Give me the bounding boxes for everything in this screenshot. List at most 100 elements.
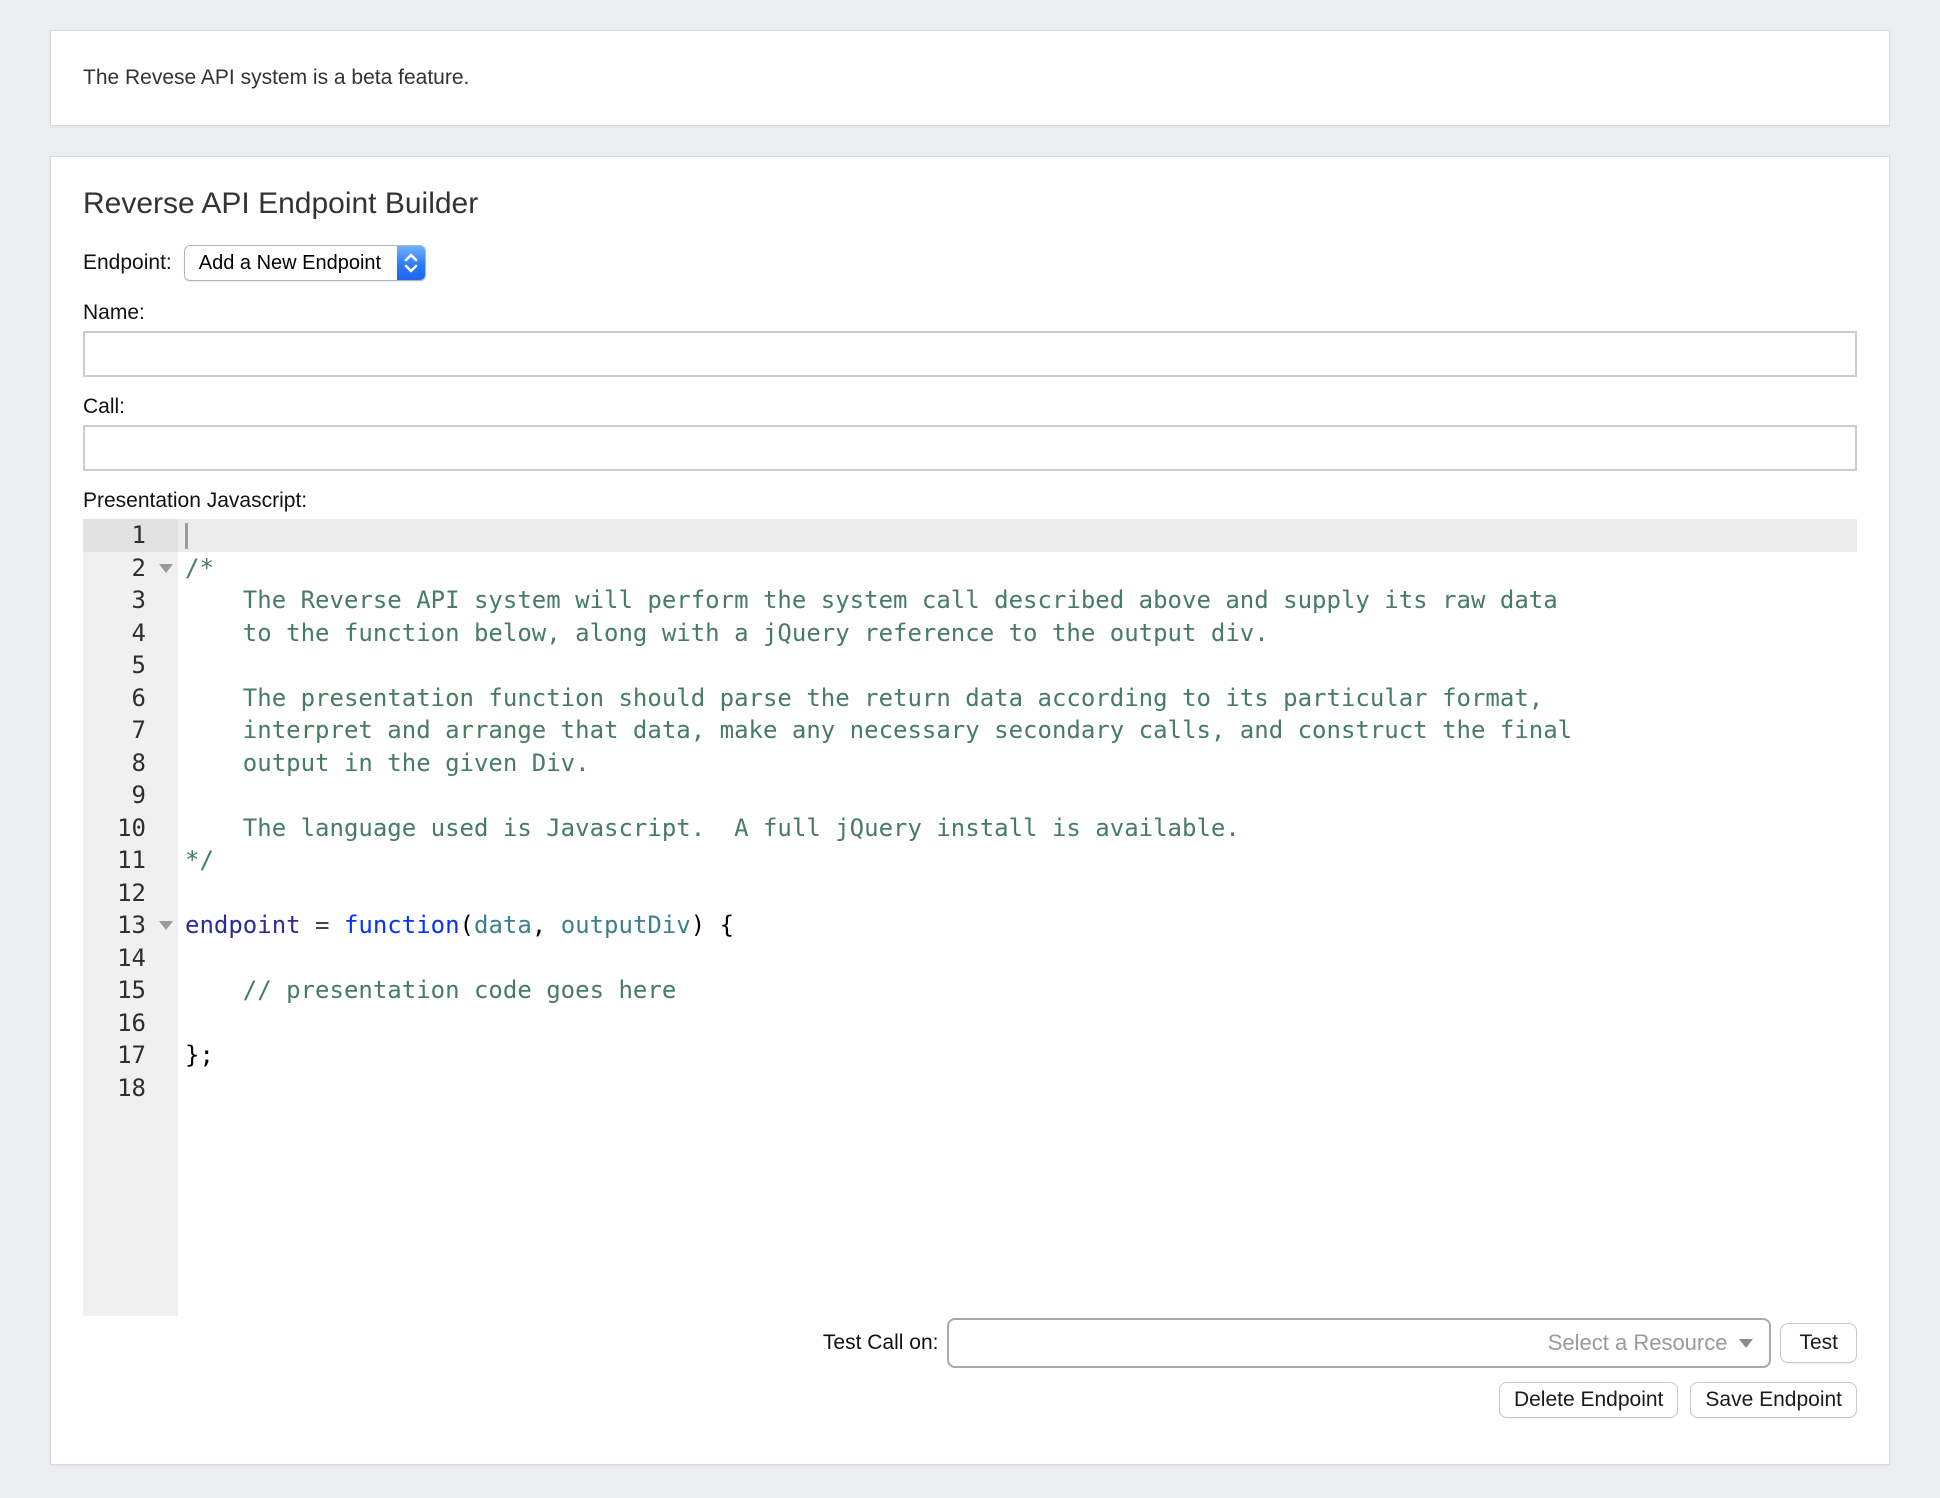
code-line[interactable]: }; [178, 1039, 1857, 1072]
code-line[interactable] [178, 1007, 1857, 1040]
gutter-line[interactable]: 17 [83, 1039, 178, 1072]
gutter-line[interactable]: 7 [83, 714, 178, 747]
code-line[interactable]: The Reverse API system will perform the … [178, 584, 1857, 617]
code-token-comment: interpret and arrange that data, make an… [185, 716, 1572, 744]
code-token-plain [330, 911, 344, 939]
gutter-line[interactable]: 18 [83, 1072, 178, 1105]
line-number: 7 [132, 716, 146, 744]
line-number: 12 [117, 879, 146, 907]
select-stepper-icon [397, 246, 425, 280]
line-number: 14 [117, 944, 146, 972]
line-number: 17 [117, 1041, 146, 1069]
code-line[interactable] [178, 519, 1857, 552]
gutter-line[interactable]: 9 [83, 779, 178, 812]
call-input[interactable] [83, 425, 1857, 471]
code-token-comment: The Reverse API system will perform the … [185, 586, 1558, 614]
editor-code[interactable]: /* The Reverse API system will perform t… [178, 519, 1857, 1316]
code-token-variable: endpoint [185, 911, 301, 939]
code-line[interactable]: /* [178, 552, 1857, 585]
code-token-plain: , [532, 911, 561, 939]
gutter-line[interactable]: 5 [83, 649, 178, 682]
endpoint-builder-panel: Reverse API Endpoint Builder Endpoint: A… [50, 156, 1890, 1465]
gutter-line[interactable]: 8 [83, 747, 178, 780]
code-line[interactable]: to the function below, along with a jQue… [178, 617, 1857, 650]
code-token-comment: to the function below, along with a jQue… [185, 619, 1269, 647]
endpoint-select-value: Add a New Endpoint [185, 246, 397, 280]
code-line[interactable] [178, 779, 1857, 812]
code-line[interactable] [178, 1072, 1857, 1105]
endpoint-label: Endpoint: [83, 251, 172, 275]
code-token-plain [301, 911, 315, 939]
code-token-comment: output in the given Div. [185, 749, 590, 777]
code-token-keyword: function [344, 911, 460, 939]
gutter-line[interactable]: 4 [83, 617, 178, 650]
delete-endpoint-button[interactable]: Delete Endpoint [1499, 1382, 1678, 1418]
line-number: 9 [132, 781, 146, 809]
code-token-comment: The language used is Javascript. A full … [185, 814, 1240, 842]
line-number: 16 [117, 1009, 146, 1037]
code-line[interactable] [178, 942, 1857, 975]
code-token-param: outputDiv [561, 911, 691, 939]
code-token-plain: ) { [691, 911, 734, 939]
fold-arrow-icon[interactable] [159, 564, 173, 573]
line-number: 18 [117, 1074, 146, 1102]
endpoint-row: Endpoint: Add a New Endpoint [83, 245, 1857, 281]
gutter-line[interactable]: 10 [83, 812, 178, 845]
code-line[interactable]: interpret and arrange that data, make an… [178, 714, 1857, 747]
presentation-javascript-label: Presentation Javascript: [83, 489, 1857, 513]
resource-select-placeholder: Select a Resource [1548, 1330, 1728, 1356]
code-line[interactable]: The language used is Javascript. A full … [178, 812, 1857, 845]
code-token-operator: = [315, 911, 329, 939]
test-button[interactable]: Test [1780, 1323, 1857, 1363]
save-endpoint-button[interactable]: Save Endpoint [1690, 1382, 1857, 1418]
test-call-label: Test Call on: [823, 1331, 939, 1355]
gutter-line[interactable]: 2 [83, 552, 178, 585]
endpoint-select[interactable]: Add a New Endpoint [184, 245, 426, 281]
gutter-line[interactable]: 13 [83, 909, 178, 942]
name-input[interactable] [83, 331, 1857, 377]
gutter-line[interactable]: 1 [83, 519, 178, 552]
code-token-param: data [474, 911, 532, 939]
line-number: 13 [117, 911, 146, 939]
name-label: Name: [83, 301, 1857, 325]
code-line[interactable]: endpoint = function(data, outputDiv) { [178, 909, 1857, 942]
actions-row: Delete Endpoint Save Endpoint [83, 1382, 1857, 1418]
gutter-line[interactable]: 14 [83, 942, 178, 975]
gutter-line[interactable]: 11 [83, 844, 178, 877]
code-token-comment: */ [185, 846, 214, 874]
page-title: Reverse API Endpoint Builder [83, 187, 1857, 221]
code-line[interactable]: output in the given Div. [178, 747, 1857, 780]
code-token-plain: }; [185, 1041, 214, 1069]
beta-notice-text: The Revese API system is a beta feature. [83, 66, 469, 89]
gutter-line[interactable]: 16 [83, 1007, 178, 1040]
line-number: 4 [132, 619, 146, 647]
line-number: 11 [117, 846, 146, 874]
gutter-line[interactable]: 12 [83, 877, 178, 910]
code-token-comment: /* [185, 554, 214, 582]
code-line[interactable]: The presentation function should parse t… [178, 682, 1857, 715]
line-number: 6 [132, 684, 146, 712]
gutter-line[interactable]: 15 [83, 974, 178, 1007]
line-number: 3 [132, 586, 146, 614]
code-token-plain: ( [460, 911, 474, 939]
line-number: 8 [132, 749, 146, 777]
resource-select[interactable]: Select a Resource [947, 1318, 1771, 1368]
editor-gutter: 123456789101112131415161718 [83, 519, 178, 1316]
line-number: 1 [132, 521, 146, 549]
fold-arrow-icon[interactable] [159, 921, 173, 930]
line-number: 10 [117, 814, 146, 842]
code-editor[interactable]: 123456789101112131415161718 /* The Rever… [83, 519, 1857, 1316]
gutter-line[interactable]: 6 [83, 682, 178, 715]
line-number: 2 [132, 554, 146, 582]
code-line[interactable] [178, 649, 1857, 682]
beta-notice-banner: The Revese API system is a beta feature. [50, 30, 1890, 126]
code-line[interactable]: */ [178, 844, 1857, 877]
call-label: Call: [83, 395, 1857, 419]
code-token-comment: // presentation code goes here [185, 976, 676, 1004]
gutter-line[interactable]: 3 [83, 584, 178, 617]
line-number: 15 [117, 976, 146, 1004]
code-line[interactable] [178, 877, 1857, 910]
page: The Revese API system is a beta feature.… [0, 0, 1940, 1498]
code-line[interactable]: // presentation code goes here [178, 974, 1857, 1007]
text-cursor [185, 523, 188, 549]
